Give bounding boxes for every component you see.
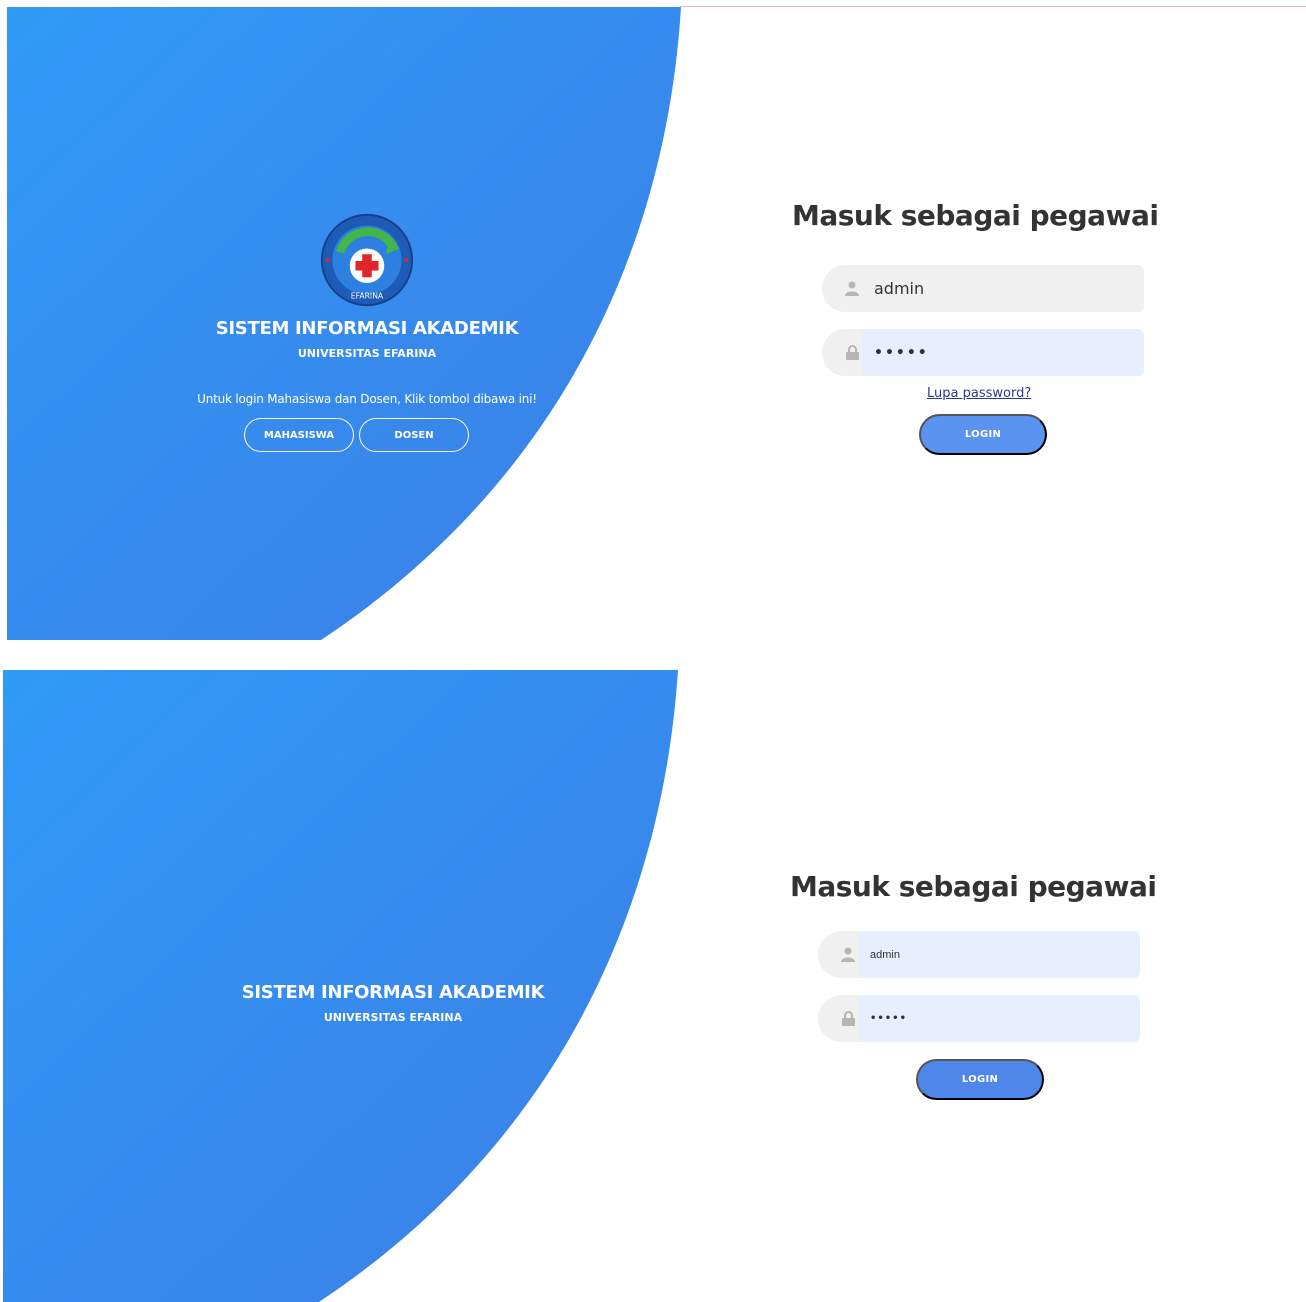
login-screen-1: EFARINA SISTEM INFORMASI AKADEMIK UNIVER… [7, 7, 1306, 640]
login-screen-2: SISTEM INFORMASI AKADEMIK UNIVERSITAS EF… [3, 670, 1306, 1302]
form-title: Masuk sebagai pegawai [790, 870, 1157, 903]
brand-section: SISTEM INFORMASI AKADEMIK UNIVERSITAS EF… [198, 982, 588, 1024]
lock-icon [840, 1011, 856, 1027]
user-icon [840, 947, 856, 963]
user-icon [844, 281, 860, 297]
forgot-password-link[interactable]: Lupa password? [927, 386, 1031, 401]
login-hint-text: Untuk login Mahasiswa dan Dosen, Klik to… [197, 392, 537, 406]
app-title: SISTEM INFORMASI AKADEMIK [215, 318, 519, 339]
lock-icon [844, 345, 860, 361]
mahasiswa-button[interactable]: MAHASISWA [244, 418, 354, 452]
brand-section: EFARINA SISTEM INFORMASI AKADEMIK UNIVER… [172, 212, 562, 452]
password-field[interactable]: ••••• [822, 329, 1144, 376]
university-logo-icon: EFARINA [320, 213, 414, 307]
login-button[interactable]: LOGIN [916, 1059, 1044, 1100]
form-title: Masuk sebagai pegawai [792, 199, 1159, 232]
username-field[interactable]: admin [818, 931, 1140, 978]
password-field[interactable]: ••••• [818, 995, 1140, 1042]
username-value: admin [874, 279, 925, 298]
login-button[interactable]: LOGIN [919, 414, 1047, 455]
login-form: Masuk sebagai pegawai admin ••••• Lupa p… [792, 199, 1172, 455]
dosen-button[interactable]: DOSEN [359, 418, 469, 452]
login-form: Masuk sebagai pegawai admin ••••• LOGIN [790, 870, 1170, 1100]
app-subtitle: UNIVERSITAS EFARINA [323, 1011, 463, 1024]
password-value: ••••• [874, 344, 929, 361]
username-field[interactable]: admin [822, 265, 1144, 312]
password-value: ••••• [870, 1013, 907, 1024]
username-value: admin [870, 948, 900, 961]
app-title: SISTEM INFORMASI AKADEMIK [241, 982, 545, 1003]
app-subtitle: UNIVERSITAS EFARINA [297, 347, 437, 360]
role-button-group: MAHASISWA DOSEN [151, 418, 562, 452]
svg-text:EFARINA: EFARINA [351, 291, 384, 300]
